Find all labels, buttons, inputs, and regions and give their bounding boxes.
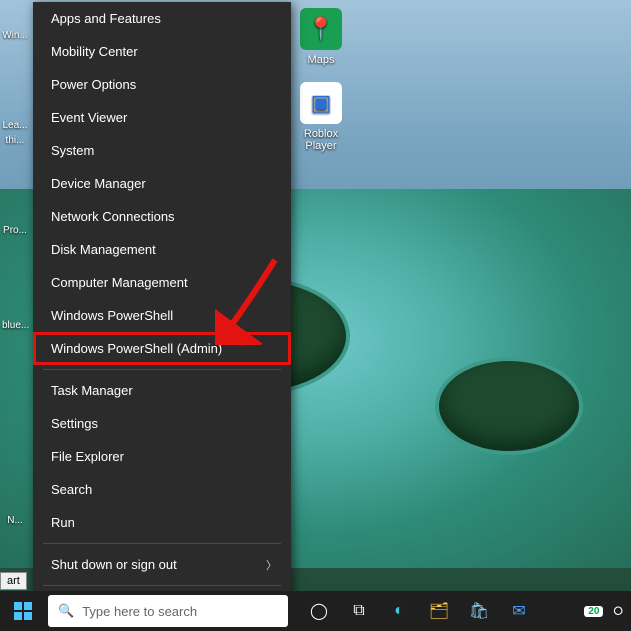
taskbar-pinned: ◯ ⧉ ◐ 🗂 🛍 ✉ <box>306 598 532 624</box>
file-explorer-icon[interactable]: 🗂 <box>426 598 452 624</box>
desktop-icons-left: Win... Lea... thi... Pro... blue... N... <box>0 0 30 560</box>
desktop-icon-label: Maps <box>308 54 335 66</box>
desktop-background[interactable]: Win... Lea... thi... Pro... blue... N...… <box>0 0 631 631</box>
tray-badge: 20 <box>584 606 603 617</box>
desktop-icon[interactable]: thi... <box>2 135 28 146</box>
menu-mobility-center[interactable]: Mobility Center <box>33 35 291 68</box>
cortana-icon[interactable]: ◯ <box>306 598 332 624</box>
desktop-icon-maps[interactable]: 📍 Maps <box>291 8 351 66</box>
roblox-icon: ▣ <box>300 82 342 124</box>
chrome-icon[interactable]: ⭘ <box>613 604 623 619</box>
menu-computer-management[interactable]: Computer Management <box>33 266 291 299</box>
taskbar: 🔍 Type here to search ◯ ⧉ ◐ 🗂 🛍 ✉ 20 ⭘ <box>0 591 631 631</box>
menu-separator <box>43 369 281 370</box>
desktop-icon[interactable]: Lea... <box>2 120 28 131</box>
menu-network-connections[interactable]: Network Connections <box>33 200 291 233</box>
menu-shutdown[interactable]: Shut down or sign out 〉 <box>33 548 291 581</box>
mail-icon[interactable]: ✉ <box>506 598 532 624</box>
menu-apps-features[interactable]: Apps and Features <box>33 2 291 35</box>
menu-disk-management[interactable]: Disk Management <box>33 233 291 266</box>
desktop-icon[interactable]: Win... <box>2 30 28 41</box>
start-button[interactable] <box>0 591 46 631</box>
desktop-icon[interactable]: N... <box>2 515 28 526</box>
menu-system[interactable]: System <box>33 134 291 167</box>
menu-task-manager[interactable]: Task Manager <box>33 374 291 407</box>
chevron-right-icon: 〉 <box>266 557 277 573</box>
system-tray[interactable]: 20 ⭘ <box>584 604 631 619</box>
menu-device-manager[interactable]: Device Manager <box>33 167 291 200</box>
menu-event-viewer[interactable]: Event Viewer <box>33 101 291 134</box>
desktop-icon-label: Roblox Player <box>304 128 338 152</box>
search-input[interactable]: 🔍 Type here to search <box>48 595 288 627</box>
menu-search[interactable]: Search <box>33 473 291 506</box>
start-tooltip: art <box>0 572 27 590</box>
windows-logo-icon <box>14 602 32 620</box>
search-icon: 🔍 <box>58 603 74 619</box>
maps-icon: 📍 <box>300 8 342 50</box>
winx-context-menu: Apps and Features Mobility Center Power … <box>33 2 291 623</box>
search-placeholder: Type here to search <box>82 604 197 619</box>
desktop-icon[interactable]: blue... <box>2 320 28 331</box>
desktop-icon-roblox[interactable]: ▣ Roblox Player <box>291 82 351 152</box>
menu-powershell[interactable]: Windows PowerShell <box>33 299 291 332</box>
desktop-icon[interactable]: Pro... <box>2 225 28 236</box>
menu-settings[interactable]: Settings <box>33 407 291 440</box>
menu-run[interactable]: Run <box>33 506 291 539</box>
menu-powershell-admin[interactable]: Windows PowerShell (Admin) <box>33 332 291 365</box>
menu-power-options[interactable]: Power Options <box>33 68 291 101</box>
menu-separator <box>43 585 281 586</box>
menu-separator <box>43 543 281 544</box>
edge-icon[interactable]: ◐ <box>386 598 412 624</box>
store-icon[interactable]: 🛍 <box>466 598 492 624</box>
menu-file-explorer[interactable]: File Explorer <box>33 440 291 473</box>
menu-shutdown-label: Shut down or sign out <box>51 557 177 572</box>
task-view-icon[interactable]: ⧉ <box>346 598 372 624</box>
